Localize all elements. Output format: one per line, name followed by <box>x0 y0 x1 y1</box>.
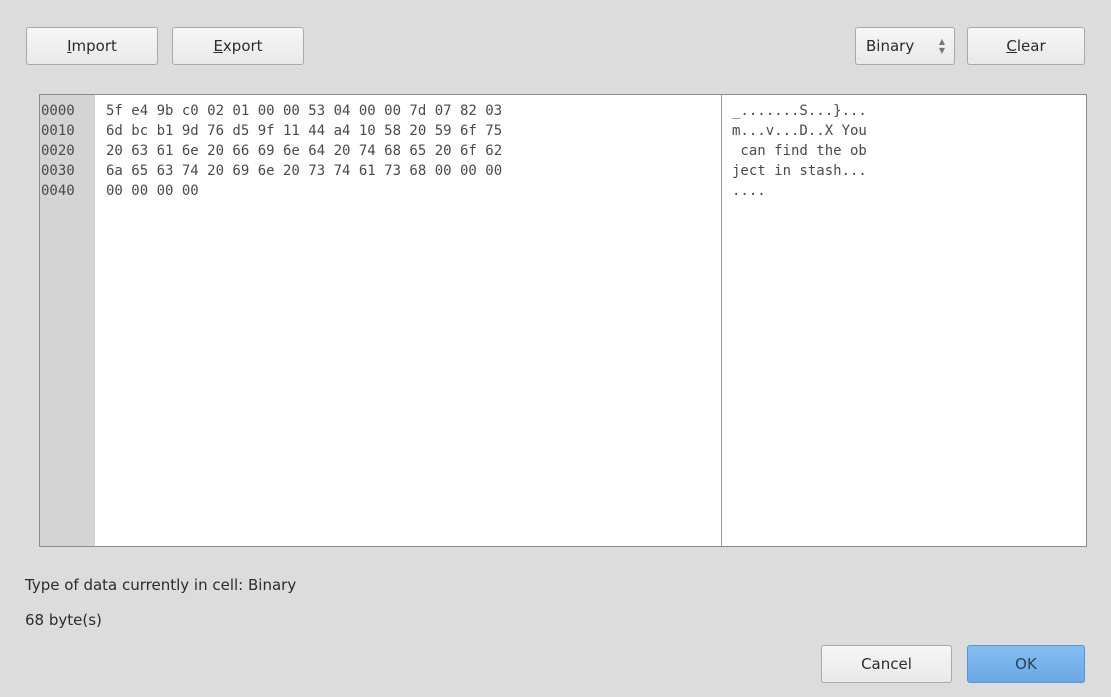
export-label: xport <box>222 37 263 55</box>
hex-row[interactable]: 20 63 61 6e 20 66 69 6e 64 20 74 68 65 2… <box>106 141 502 161</box>
ascii-row[interactable]: can find the ob <box>722 141 1086 161</box>
hex-row[interactable]: 00 00 00 00 <box>106 181 502 201</box>
ascii-row[interactable]: m...v...D..X You <box>722 121 1086 141</box>
clear-mnemonic: C <box>1006 37 1017 55</box>
export-button[interactable]: Export <box>172 27 304 65</box>
export-mnemonic: E <box>213 37 223 55</box>
address-cell: 0010 <box>41 123 75 139</box>
ascii-row[interactable]: ject in stash... <box>722 161 1086 181</box>
ok-button[interactable]: OK <box>967 645 1085 683</box>
hex-editor[interactable]: 0000 0010 0020 0030 0040 5f e4 9b c0 02 … <box>39 94 1087 547</box>
ascii-row[interactable]: _.......S...}... <box>722 101 1086 121</box>
data-mode-select[interactable]: Binary ▲ ▼ <box>855 27 955 65</box>
ascii-row[interactable]: .... <box>722 181 1086 201</box>
spinner-arrows-icon: ▲ ▼ <box>938 37 945 55</box>
address-cell: 0030 <box>41 163 75 179</box>
clear-label: lear <box>1016 37 1046 55</box>
clear-button[interactable]: Clear <box>967 27 1085 65</box>
hex-area[interactable]: 5f e4 9b c0 02 01 00 00 53 04 00 00 7d 0… <box>106 95 502 201</box>
address-cell: 0020 <box>41 143 75 159</box>
data-size-label: 68 byte(s) <box>25 611 102 629</box>
address-gutter: 0000 0010 0020 0030 0040 <box>40 95 95 546</box>
data-type-label: Type of data currently in cell: Binary <box>25 576 297 594</box>
hex-row[interactable]: 6a 65 63 74 20 69 6e 20 73 74 61 73 68 0… <box>106 161 502 181</box>
import-label: mport <box>71 37 117 55</box>
hex-row[interactable]: 6d bc b1 9d 76 d5 9f 11 44 a4 10 58 20 5… <box>106 121 502 141</box>
cancel-button[interactable]: Cancel <box>821 645 952 683</box>
ascii-area[interactable]: _.......S...}... m...v...D..X You can fi… <box>721 95 1086 546</box>
import-button[interactable]: Import <box>26 27 158 65</box>
data-mode-value: Binary <box>866 37 915 55</box>
address-cell: 0040 <box>41 183 75 199</box>
address-cell: 0000 <box>41 103 75 119</box>
hex-row[interactable]: 5f e4 9b c0 02 01 00 00 53 04 00 00 7d 0… <box>106 101 502 121</box>
